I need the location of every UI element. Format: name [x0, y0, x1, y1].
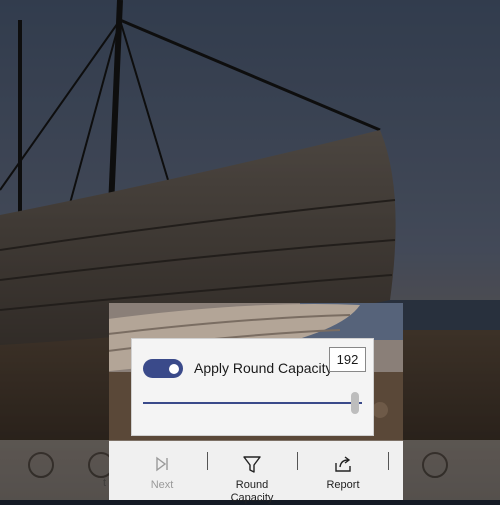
- toggle-knob: [169, 363, 179, 374]
- filter-funnel-icon: [243, 456, 261, 473]
- report-button[interactable]: Report: [315, 441, 371, 500]
- next-button[interactable]: Next: [137, 441, 187, 500]
- toolbar-separator: [297, 452, 298, 470]
- background-toolbar-label: t: [103, 477, 107, 489]
- capacity-value-field[interactable]: 192: [329, 347, 366, 372]
- skip-next-icon: [156, 456, 168, 472]
- apply-round-capacity-toggle[interactable]: [143, 359, 183, 378]
- command-toolbar: Next Round Capacity Report: [109, 441, 403, 504]
- apply-round-capacity-label: Apply Round Capacity: [194, 360, 333, 376]
- round-capacity-label: Round Capacity: [230, 479, 274, 504]
- background-toolbar-icon: [28, 452, 54, 478]
- background-toolbar-icon: [422, 452, 448, 478]
- toolbar-separator: [207, 452, 208, 470]
- round-capacity-button[interactable]: Round Capacity: [215, 441, 289, 504]
- capacity-slider-track[interactable]: [143, 402, 362, 404]
- report-label: Report: [326, 479, 360, 491]
- next-label: Next: [150, 479, 174, 491]
- capacity-slider-thumb[interactable]: [351, 392, 360, 414]
- round-capacity-panel: Apply Round Capacity 192: [131, 338, 374, 436]
- share-export-icon: [335, 456, 351, 472]
- toolbar-separator: [388, 452, 389, 470]
